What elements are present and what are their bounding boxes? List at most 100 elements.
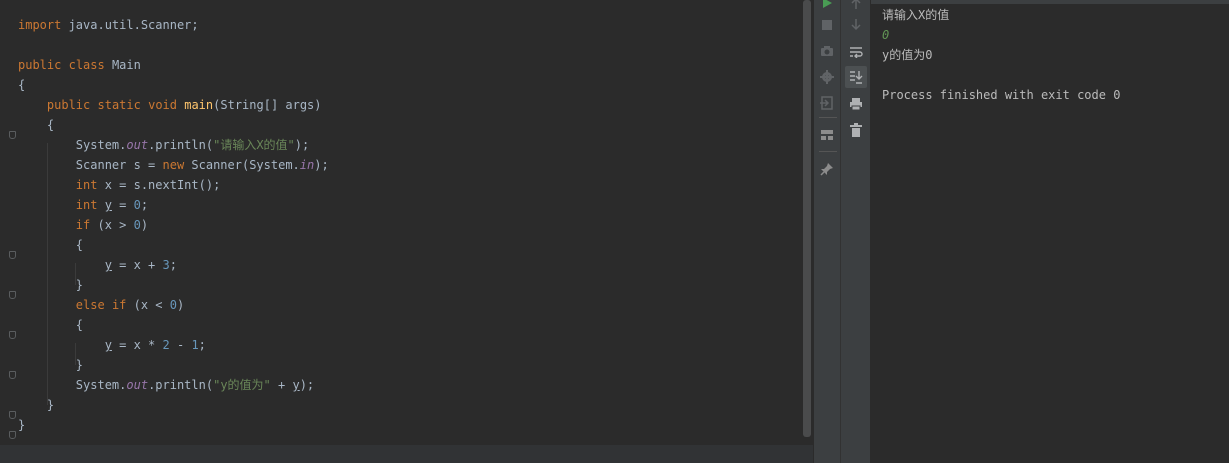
keyword: int <box>75 178 98 192</box>
keyword: else <box>75 298 105 312</box>
class-name: Main <box>104 58 141 72</box>
brace: { <box>75 238 84 252</box>
fold-marker[interactable] <box>9 371 16 379</box>
code-line: } <box>18 415 329 435</box>
code-line: { <box>18 315 329 335</box>
number-literal: 2 <box>162 338 170 352</box>
code-line: y = x + 3; <box>18 255 329 275</box>
punct: ) <box>140 218 149 232</box>
run-toolbar <box>814 0 841 463</box>
identifier: System. <box>75 138 127 152</box>
brace: } <box>75 358 84 372</box>
code-line: System.out.println("y的值为" + y); <box>18 375 329 395</box>
layout-icon[interactable] <box>816 124 838 146</box>
condition: (x > <box>90 218 134 232</box>
keyword: int <box>75 198 98 212</box>
code-line: System.out.println("请输入X的值"); <box>18 135 329 155</box>
keyword: if <box>75 218 91 232</box>
statement: x = s.nextInt(); <box>97 178 221 192</box>
keyword: static <box>97 98 141 112</box>
console-toolbar <box>841 0 871 463</box>
punct: ) <box>176 298 185 312</box>
method-call: .println( <box>148 378 214 392</box>
punct: ); <box>299 378 315 392</box>
code-editor[interactable]: import java.util.Scanner; public class Ma… <box>0 0 813 463</box>
pin-icon[interactable] <box>816 158 838 180</box>
fold-marker[interactable] <box>9 291 16 299</box>
console-output[interactable]: 请输入X的值 0 y的值为0 Process finished with exi… <box>871 0 1229 463</box>
number-literal: 3 <box>162 258 170 272</box>
operator: + <box>270 378 293 392</box>
variable: y <box>104 338 112 352</box>
number-literal: 0 <box>133 218 141 232</box>
console-input-line: 0 <box>882 28 890 42</box>
code-line: } <box>18 355 329 375</box>
trash-icon[interactable] <box>845 119 867 141</box>
variable: y <box>104 198 112 212</box>
punct: ; <box>140 198 149 212</box>
number-literal: 1 <box>191 338 199 352</box>
condition: (x < <box>126 298 170 312</box>
fold-marker[interactable] <box>9 251 16 259</box>
exit-icon[interactable] <box>816 92 838 114</box>
keyword: public <box>18 58 62 72</box>
fold-marker[interactable] <box>9 411 16 419</box>
brace: } <box>18 418 26 432</box>
arrow-up-icon[interactable] <box>845 0 867 14</box>
static-field: out <box>126 138 149 152</box>
variable: y <box>104 258 112 272</box>
punct: ; <box>169 258 177 272</box>
code-line: y = x * 2 - 1; <box>18 335 329 355</box>
run-icon[interactable] <box>816 0 838 14</box>
method-name: main <box>184 98 214 112</box>
code-line: public static void main(String[] args) <box>18 95 329 115</box>
keyword: if <box>111 298 127 312</box>
expression: = x + <box>111 258 163 272</box>
import-path: java.util.Scanner; <box>61 18 199 32</box>
fold-marker[interactable] <box>9 431 16 439</box>
keyword: class <box>68 58 105 72</box>
number-literal: 0 <box>169 298 177 312</box>
expression: = x * <box>111 338 163 352</box>
source-code[interactable]: import java.util.Scanner; public class Ma… <box>18 0 329 435</box>
stop-icon[interactable] <box>816 14 838 36</box>
punct: ; <box>198 338 206 352</box>
code-line: Scanner s = new Scanner(System.in); <box>18 155 329 175</box>
camera-icon[interactable] <box>816 40 838 62</box>
fold-marker[interactable] <box>9 131 16 139</box>
punct: ); <box>314 158 329 172</box>
code-line: int y = 0; <box>18 195 329 215</box>
editor-scrollbar[interactable] <box>803 0 811 437</box>
identifier: Scanner s = <box>75 158 163 172</box>
brace: { <box>75 318 84 332</box>
identifier: System. <box>75 378 127 392</box>
code-line: { <box>18 235 329 255</box>
console-line: 请输入X的值 <box>882 8 950 22</box>
print-icon[interactable] <box>845 93 867 115</box>
console-header-strip <box>871 0 1229 4</box>
string-literal: "请输入X的值" <box>213 138 295 152</box>
gear-icon[interactable] <box>816 66 838 88</box>
fold-marker[interactable] <box>9 331 16 339</box>
brace: } <box>75 278 84 292</box>
brace: } <box>46 398 55 412</box>
method-call: .println( <box>148 138 214 152</box>
identifier: Scanner(System. <box>184 158 300 172</box>
arrow-down-icon[interactable] <box>845 14 867 36</box>
soft-wrap-icon[interactable] <box>845 41 867 63</box>
code-line: } <box>18 395 329 415</box>
keyword: new <box>162 158 185 172</box>
code-line: { <box>18 75 329 95</box>
keyword: void <box>148 98 177 112</box>
toolbar-separator <box>819 117 837 118</box>
code-line: { <box>18 115 329 135</box>
brace: { <box>46 118 55 132</box>
console-exit-line: Process finished with exit code 0 <box>882 88 1121 102</box>
method-params: (String[] args) <box>213 98 322 112</box>
editor-horizontal-scrollbar[interactable] <box>0 445 813 463</box>
operator: = <box>111 198 134 212</box>
scroll-to-end-icon[interactable] <box>845 66 867 88</box>
toolbar-separator <box>819 151 837 152</box>
